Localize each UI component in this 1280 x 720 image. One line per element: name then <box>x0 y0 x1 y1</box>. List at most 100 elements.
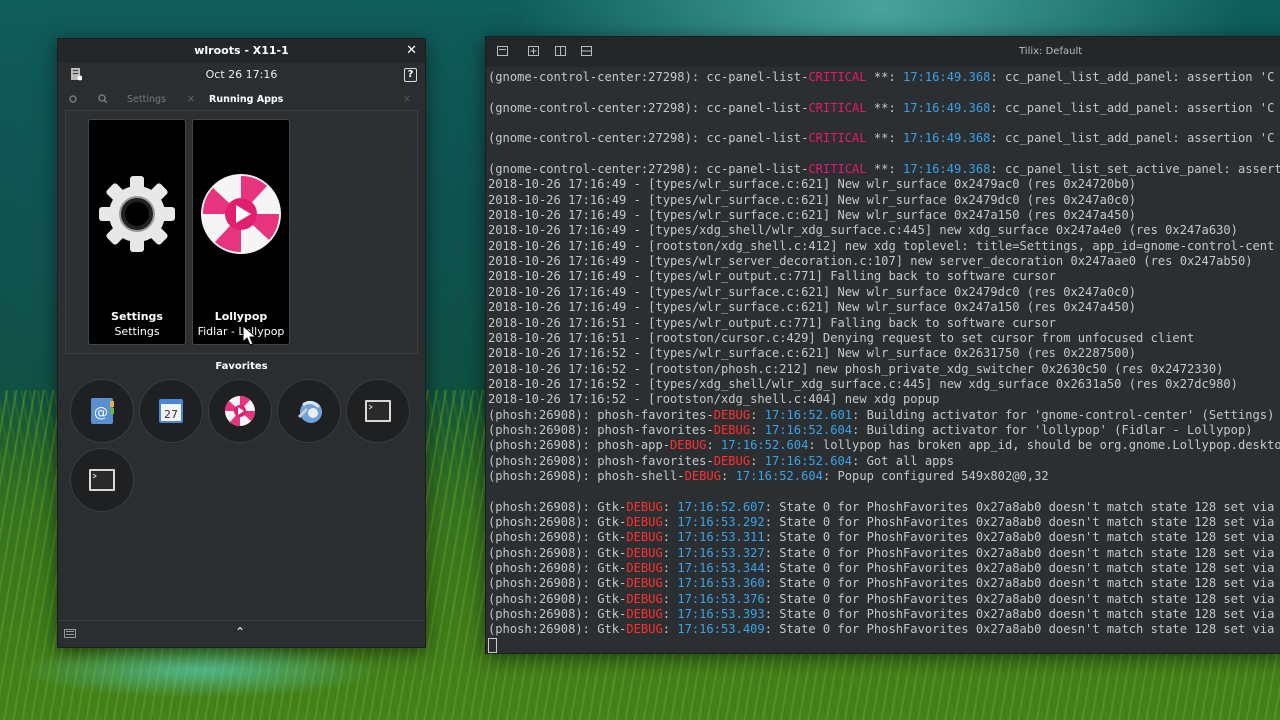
terminal-menu-icon[interactable] <box>497 46 508 56</box>
app-card-subtitle: Settings <box>114 325 160 338</box>
log-text: 2018-10-26 17:16:52 - [types/xdg_shell/w… <box>488 376 1238 391</box>
help-icon[interactable]: ? <box>404 68 417 82</box>
log-text: (gnome-control-center:27298): cc-panel-l… <box>488 131 809 146</box>
log-text: 2018-10-26 17:16:49 - [types/wlr_surface… <box>488 177 1137 192</box>
log-text: : Building activator for 'gnome-control-… <box>852 407 1275 422</box>
terminal-line: (phosh:26908): Gtk-DEBUG: 17:16:53.409: … <box>488 622 1280 637</box>
tab-running-apps-close-icon[interactable]: ✕ <box>403 94 411 105</box>
keyboard-icon[interactable] <box>64 629 76 638</box>
app-card-title: Lollypop <box>214 310 268 323</box>
terminal-titlebar: Tilix: Default <box>486 37 1280 67</box>
gear-icon <box>99 176 175 252</box>
phosh-window-title: wlroots - X11-1 <box>194 44 289 57</box>
log-text: : Building activator for 'lollypop' (Fid… <box>852 422 1253 437</box>
favorite-contacts[interactable]: @ <box>70 379 134 443</box>
settings-app-icon[interactable] <box>70 67 82 81</box>
log-text: : State 0 for PhoshFavorites 0x27a8ab0 d… <box>764 514 1275 529</box>
log-timestamp: 17:16:52.604 <box>764 422 853 437</box>
log-text: : <box>750 453 765 468</box>
log-timestamp: 17:16:53.344 <box>677 561 765 575</box>
log-level-debug: DEBUG <box>626 545 663 560</box>
mouse-cursor-icon <box>242 325 258 346</box>
search-icon[interactable] <box>98 94 108 107</box>
split-down-icon[interactable] <box>581 46 592 56</box>
terminal-line: (phosh:26908): Gtk-DEBUG: 17:16:53.327: … <box>488 546 1280 561</box>
log-text: : <box>706 438 721 453</box>
log-timestamp: 17:16:52.604 <box>764 453 853 468</box>
log-text: : <box>721 468 736 483</box>
log-timestamp: 17:16:49.368 <box>903 162 991 177</box>
log-text: : <box>662 622 678 637</box>
log-level-debug: DEBUG <box>713 422 751 437</box>
terminal-line: (phosh:26908): phosh-favorites-DEBUG: 17… <box>488 408 1280 423</box>
favorite-lollypop[interactable] <box>208 379 272 443</box>
favorite-terminal-2[interactable] <box>70 448 134 512</box>
log-level-debug: DEBUG <box>626 561 663 575</box>
lollypop-icon <box>225 396 255 426</box>
split-right-icon[interactable] <box>555 46 566 56</box>
log-timestamp: 17:16:53.376 <box>677 591 765 606</box>
close-icon[interactable]: ✕ <box>406 39 417 63</box>
app-card-settings[interactable]: Settings Settings <box>88 119 186 345</box>
log-text: (phosh:26908): Gtk- <box>488 514 627 529</box>
terminal-line: (gnome-control-center:27298): cc-panel-l… <box>488 101 1280 116</box>
log-text: 2018-10-26 17:16:49 - [types/wlr_surface… <box>488 284 1137 299</box>
favorites-title: Favorites <box>215 361 268 372</box>
tab-settings[interactable]: Settings <box>127 94 166 105</box>
app-card-lollypop[interactable]: Lollypop Fidlar - Lollypop <box>192 119 290 346</box>
favorite-terminal[interactable] <box>346 379 410 443</box>
app-card-title: Settings <box>111 310 163 323</box>
lollypop-icon <box>201 174 281 254</box>
add-terminal-icon[interactable] <box>528 46 539 56</box>
favorite-web-browser[interactable] <box>277 379 341 443</box>
log-timestamp: 17:16:53.409 <box>677 622 765 637</box>
log-level-debug: DEBUG <box>626 622 663 637</box>
terminal-cursor <box>488 637 1280 653</box>
log-timestamp: 17:16:53.311 <box>677 530 765 545</box>
log-level-debug: DEBUG <box>626 514 663 529</box>
terminal-output[interactable]: (gnome-control-center:27298): cc-panel-l… <box>488 70 1280 653</box>
log-level-debug: DEBUG <box>670 438 707 453</box>
log-text: : State 0 for PhoshFavorites 0x27a8ab0 d… <box>764 530 1275 545</box>
svg-text:@: @ <box>94 405 108 421</box>
terminal-line: (gnome-control-center:27298): cc-panel-l… <box>488 70 1280 85</box>
tab-running-apps[interactable]: Running Apps <box>209 94 283 105</box>
terminal-line: (phosh:26908): phosh-favorites-DEBUG: 17… <box>488 423 1280 438</box>
terminal-line: 2018-10-26 17:16:52 - [types/wlr_surface… <box>488 346 1280 361</box>
log-text: (phosh:26908): phosh-favorites- <box>488 407 714 422</box>
log-text: : <box>662 576 678 591</box>
log-text: (phosh:26908): Gtk- <box>488 545 627 560</box>
calendar-icon: 27 <box>159 399 183 423</box>
terminal-line: 2018-10-26 17:16:49 - [types/wlr_surface… <box>488 193 1280 208</box>
terminal-line: (phosh:26908): Gtk-DEBUG: 17:16:53.360: … <box>488 576 1280 591</box>
terminal-window: Tilix: Default (gnome-control-center:272… <box>485 36 1280 654</box>
terminal-line: (gnome-control-center:27298): cc-panel-l… <box>488 131 1280 146</box>
favorite-calendar[interactable]: 27 <box>139 379 203 443</box>
terminal-line: (phosh:26908): Gtk-DEBUG: 17:16:53.393: … <box>488 607 1280 622</box>
terminal-line: (phosh:26908): phosh-shell-DEBUG: 17:16:… <box>488 469 1280 484</box>
chevron-up-icon[interactable]: ⌃ <box>235 625 245 639</box>
log-text: (gnome-control-center:27298): cc-panel-l… <box>488 100 809 115</box>
log-text: (phosh:26908): phosh-app- <box>488 438 671 453</box>
log-text: (phosh:26908): phosh-favorites- <box>488 453 714 468</box>
log-timestamp: 17:16:52.601 <box>764 407 853 422</box>
settings-tab-icon[interactable] <box>68 94 78 107</box>
log-timestamp: 17:16:53.393 <box>677 607 765 622</box>
log-text: (phosh:26908): Gtk- <box>488 530 627 545</box>
log-text: (phosh:26908): phosh-shell- <box>488 468 685 483</box>
log-level-debug: DEBUG <box>626 591 663 606</box>
terminal-line: 2018-10-26 17:16:52 - [rootston/xdg_shel… <box>488 392 1280 407</box>
log-text: (phosh:26908): Gtk- <box>488 607 627 622</box>
phosh-top-bar: Oct 26 17:16 ? <box>58 63 425 87</box>
log-text: (gnome-control-center:27298): cc-panel-l… <box>488 162 809 177</box>
log-text: : <box>662 545 678 560</box>
log-text: **: <box>866 100 904 115</box>
log-text: 2018-10-26 17:16:52 - [rootston/xdg_shel… <box>488 392 940 407</box>
log-text: : State 0 for PhoshFavorites 0x27a8ab0 d… <box>764 545 1275 560</box>
log-timestamp: 17:16:53.327 <box>677 545 765 560</box>
log-text: : <box>662 561 678 575</box>
clock: Oct 26 17:16 <box>205 68 278 81</box>
tab-settings-close-icon[interactable]: ✕ <box>187 94 195 105</box>
log-text: : cc_panel_list_add_panel: assertion 'C <box>990 70 1275 84</box>
